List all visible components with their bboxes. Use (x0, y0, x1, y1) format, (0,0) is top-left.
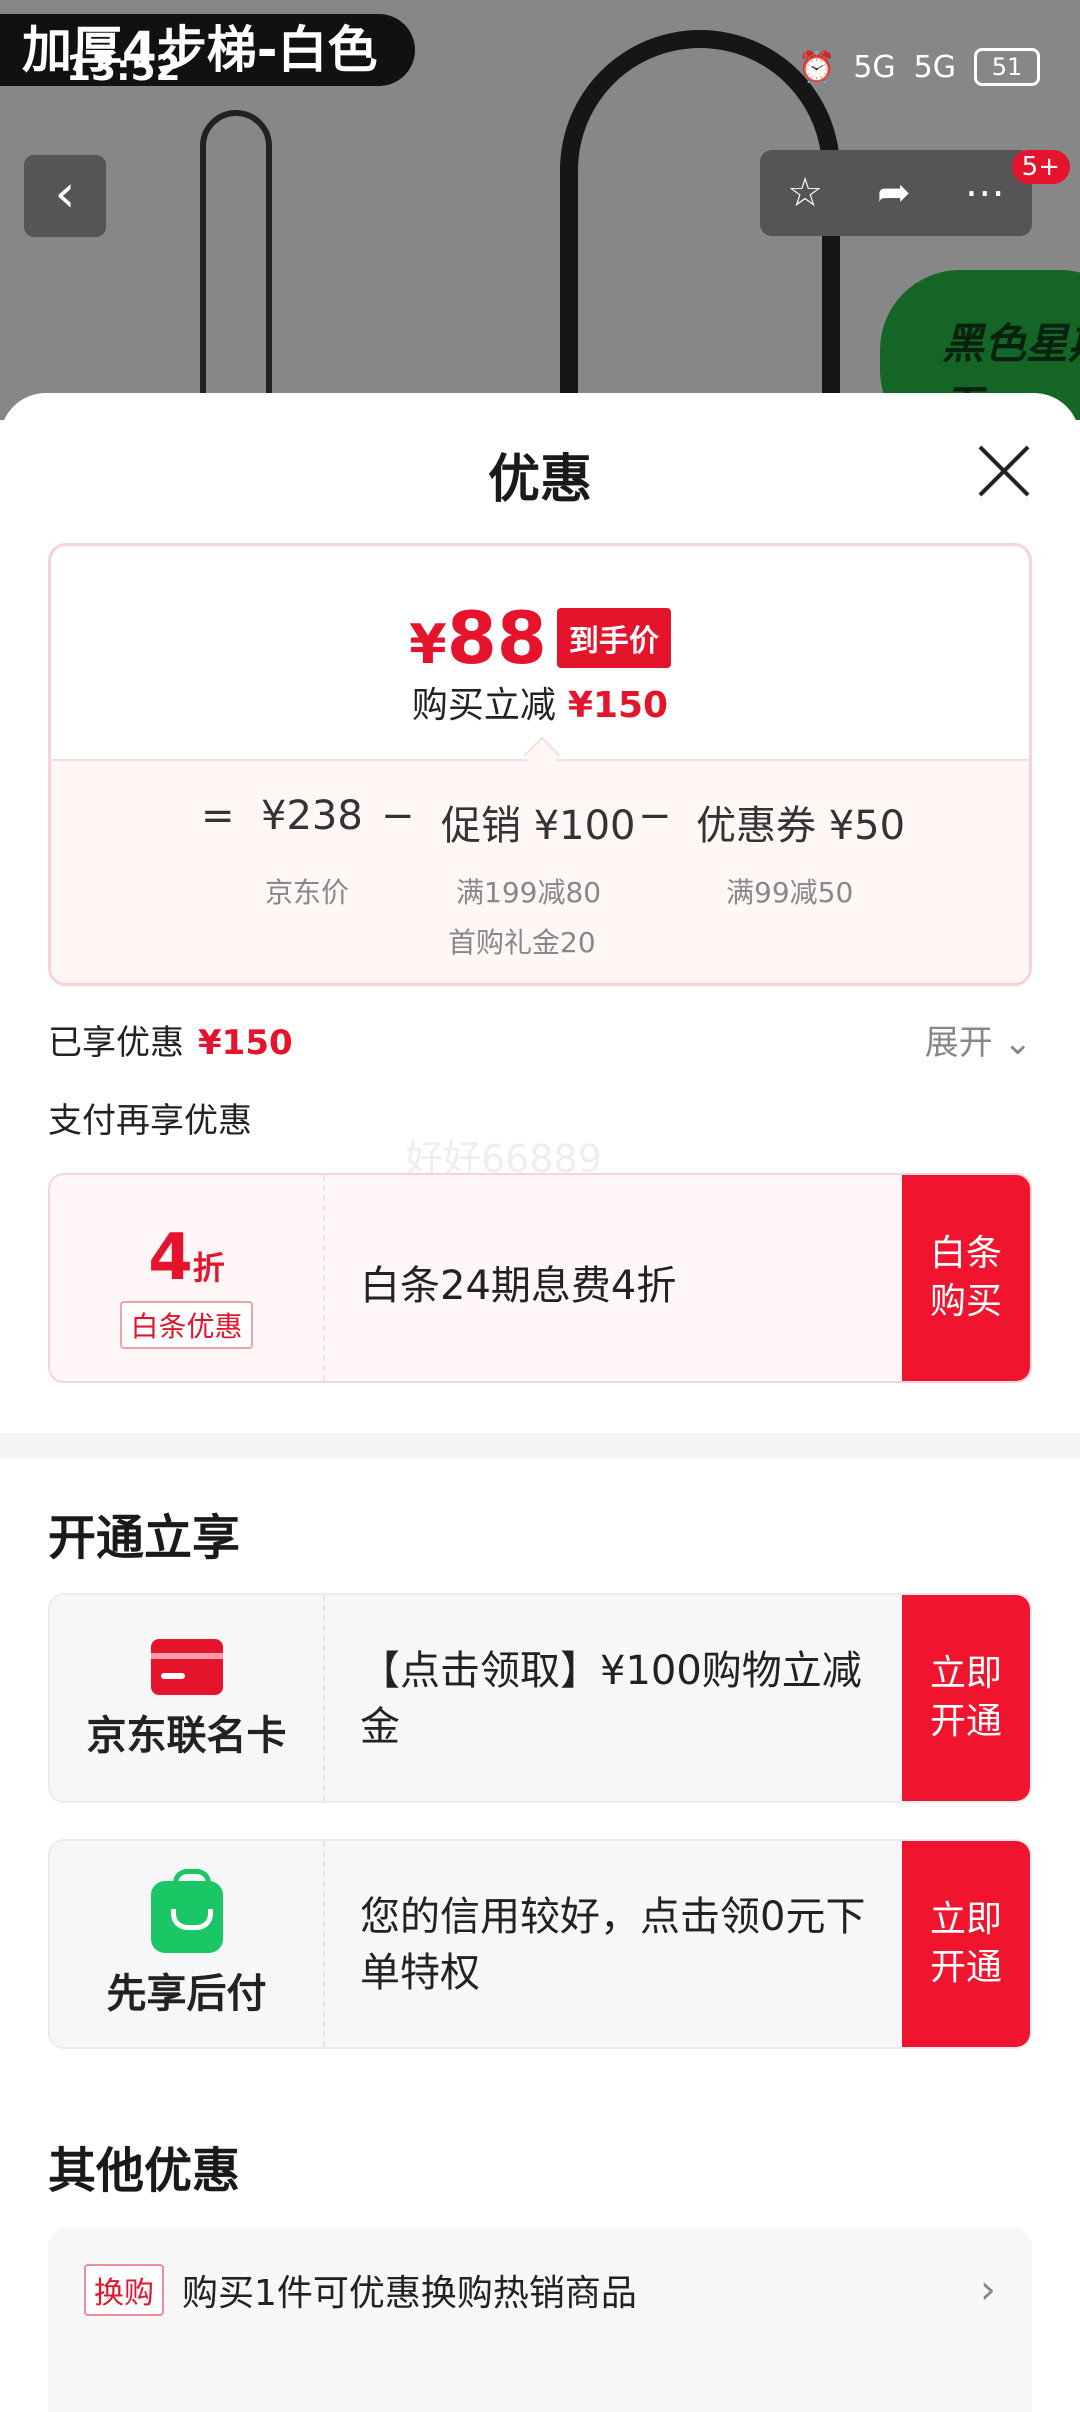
item-text: 购买1件可优惠换购热销商品 (182, 2273, 637, 2314)
pay-later-offer[interactable]: 先享后付 您的信用较好，点击领0元下单特权 立即开通 (48, 1839, 1032, 2049)
signal-5g-1: 5G (853, 49, 896, 85)
coupon-detail: 满99减50 (726, 876, 854, 909)
other-offers-list: 换购 购买1件可优惠换购热销商品 › (48, 2228, 1032, 2412)
status-icons: ⏰ 5G 5G 51 (798, 48, 1040, 86)
product-page-background: 黑色星期五 加厚4步梯-白色 13:52 ⏰ 5G 5G 51 ‹ ☆ ➦ ⋯ … (0, 0, 1080, 420)
status-time: 13:52 (66, 48, 181, 89)
item-tag: 换购 (84, 2264, 164, 2316)
chevron-down-icon: ⌄ (992, 1023, 1033, 1063)
formula-area: = ¥238 − 促销 ¥100 − 优惠券 ¥50 京东价 满199减80 首… (51, 759, 1029, 983)
pay-later-name: 先享后付 (106, 1971, 267, 2017)
baitiao-label: 白条优惠 (120, 1301, 253, 1349)
cart-count-badge: 5+ (1011, 150, 1070, 184)
jd-card-open-button[interactable]: 立即开通 (902, 1595, 1030, 1801)
close-icon[interactable] (976, 443, 1032, 499)
hand-price-tag: 到手价 (556, 608, 671, 668)
star-icon[interactable]: ☆ (787, 170, 823, 216)
baitiao-buy-button[interactable]: 白条购买 (902, 1175, 1030, 1381)
share-icon[interactable]: ➦ (877, 170, 911, 216)
alarm-icon: ⏰ (797, 49, 836, 85)
reduce-line: 购买立减 ¥150 (411, 685, 669, 726)
hand-price-value: 88 (446, 596, 547, 680)
baitiao-offer-card[interactable]: 4折 白条优惠 白条24期息费4折 白条购买 (48, 1173, 1032, 1383)
more-icon[interactable]: ⋯ (965, 170, 1005, 216)
credit-card-icon (150, 1639, 223, 1695)
jd-card-name: 京东联名卡 (86, 1713, 287, 1759)
top-actions: ☆ ➦ ⋯ (760, 150, 1032, 236)
pay-later-open-button[interactable]: 立即开通 (902, 1841, 1030, 2047)
shopping-bag-icon (150, 1869, 223, 1953)
jd-card-offer[interactable]: 京东联名卡 【点击领取】¥100购物立减金 立即开通 (48, 1593, 1032, 1803)
jd-card-desc: 【点击领取】¥100购物立减金 (360, 1648, 862, 1750)
jd-price: ¥238 (261, 793, 363, 839)
expand-button[interactable]: 展开 ⌄ (925, 1015, 1032, 1064)
promo-detail-1: 满199减80 (456, 876, 602, 909)
baitiao-desc: 白条24期息费4折 (360, 1263, 677, 1309)
sheet-title: 优惠 (487, 450, 592, 510)
list-item[interactable]: 换购 购买1件可优惠换购热销商品 › (84, 2228, 996, 2352)
chevron-right-icon: › (980, 2267, 996, 2313)
other-section-title: 其他优惠 (48, 2143, 241, 2199)
discount-sheet: 优惠 ¥88 到手价 购买立减 ¥150 = ¥238 − 促销 ¥100 − 优惠… (0, 393, 1080, 2412)
product-title-pill: 加厚4步梯-白色 (0, 14, 415, 86)
enjoyed-discount: 已享优惠 ¥150 (48, 1023, 293, 1063)
promo-amount: 促销 ¥100 (441, 803, 636, 849)
jd-price-label: 京东价 (265, 876, 350, 909)
pay-section-title: 支付再享优惠 (48, 1101, 252, 1141)
coupon-amount: 优惠券 ¥50 (696, 803, 906, 849)
promo-detail-2: 首购礼金20 (448, 926, 596, 959)
price-calculation-card: ¥88 到手价 购买立减 ¥150 = ¥238 − 促销 ¥100 − 优惠券 ¥… (48, 543, 1032, 986)
reduce-amount: ¥150 (567, 685, 669, 726)
signal-5g-2: 5G (913, 49, 956, 85)
hand-price: ¥88 到手价 (51, 596, 1029, 680)
battery-icon: 51 (974, 48, 1040, 86)
pay-later-desc: 您的信用较好，点击领0元下单特权 (360, 1894, 866, 1996)
back-button[interactable]: ‹ (24, 155, 106, 237)
open-section-title: 开通立享 (48, 1510, 241, 1566)
